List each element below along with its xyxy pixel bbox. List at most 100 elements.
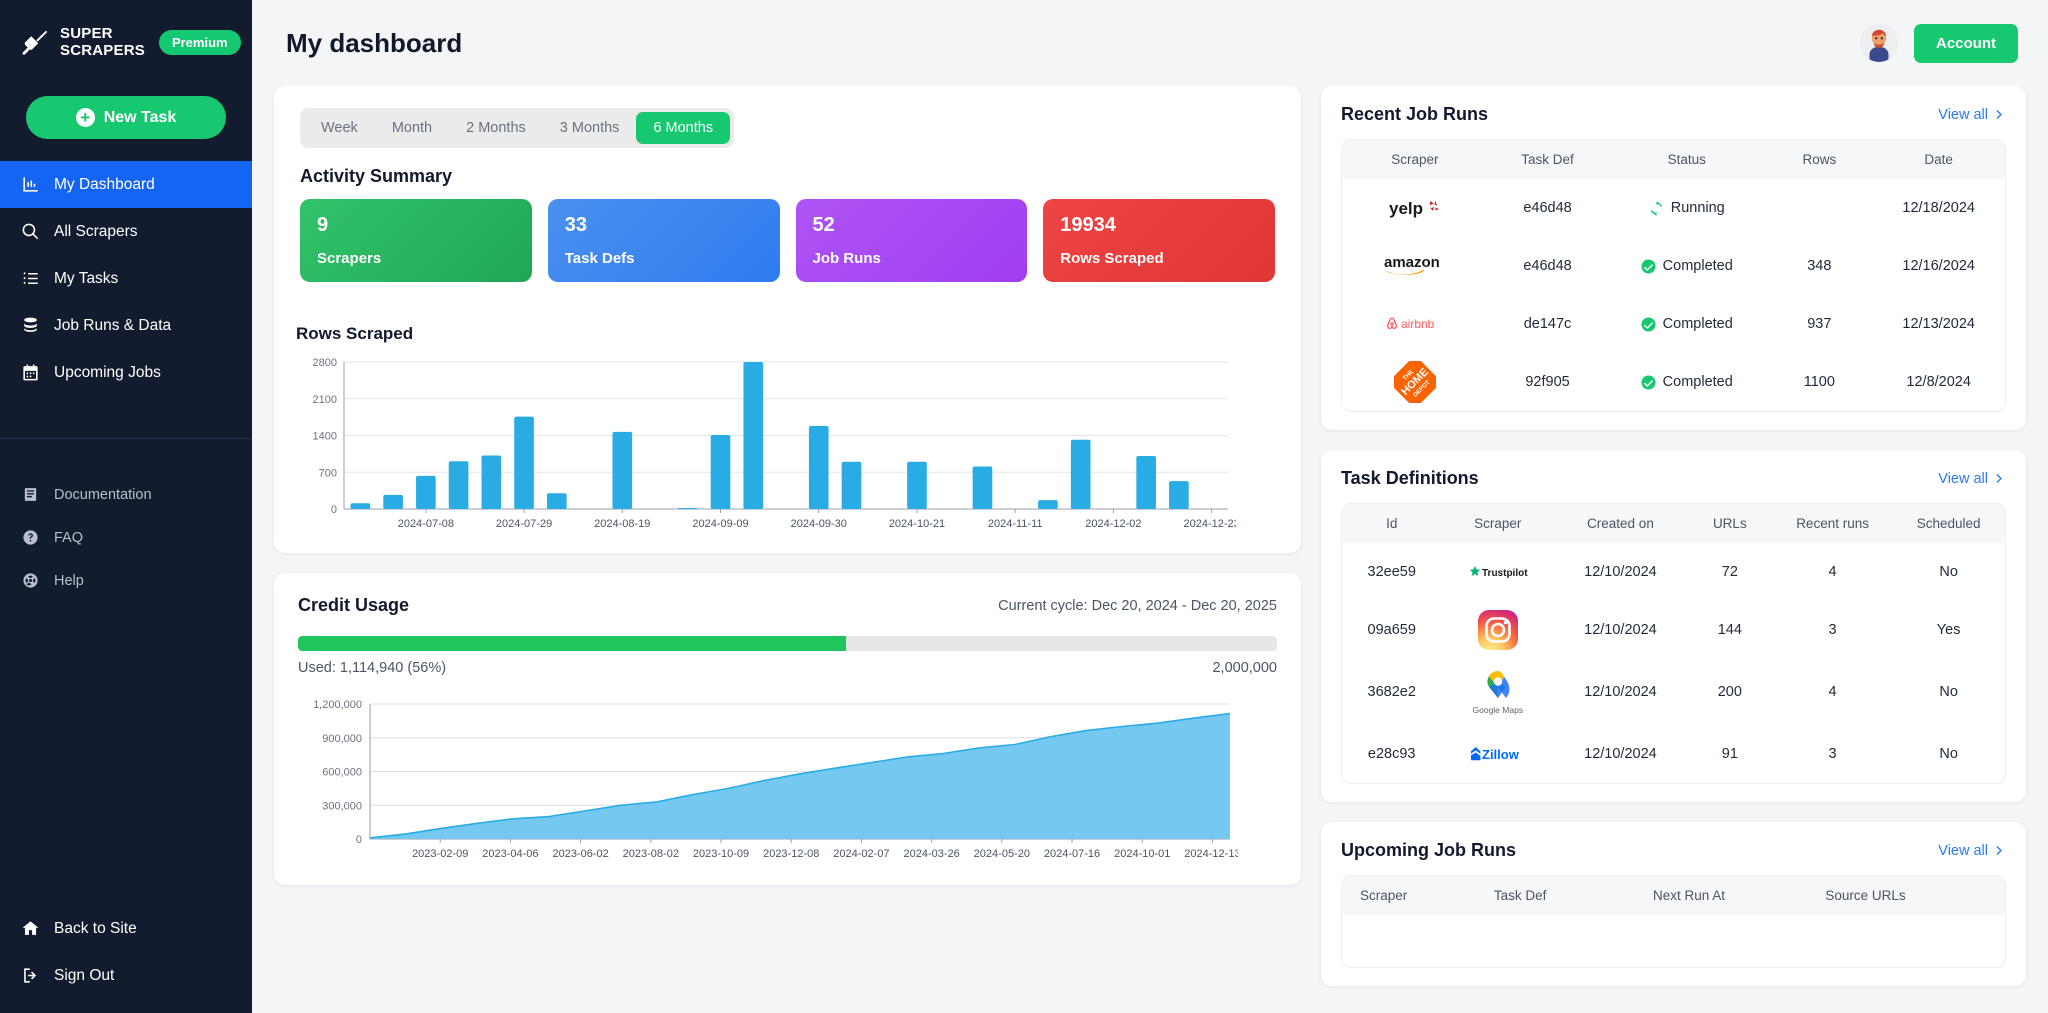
activity-summary-title: Activity Summary xyxy=(300,166,1275,187)
scraper-cell: airbnb xyxy=(1342,295,1488,353)
table-row[interactable]: yelp e46d48 xyxy=(1342,179,2005,237)
task-definitions-header: Task Definitions View all xyxy=(1341,468,2006,489)
created-on-cell: 12/10/2024 xyxy=(1554,601,1687,659)
left-column: Week Month 2 Months 3 Months 6 Months Ac… xyxy=(274,86,1301,1013)
task-definitions-view-all[interactable]: View all xyxy=(1938,471,2006,487)
tab-week[interactable]: Week xyxy=(304,112,375,144)
upcoming-job-runs-panel: Upcoming Job Runs View all Scraper xyxy=(1321,822,2026,986)
check-circle-icon xyxy=(1641,375,1656,390)
svg-text:2023-08-02: 2023-08-02 xyxy=(623,848,679,860)
stat-card-scrapers: 9 Scrapers xyxy=(300,199,532,282)
urls-cell: 91 xyxy=(1687,725,1773,783)
dashboard-content: Week Month 2 Months 3 Months 6 Months Ac… xyxy=(252,86,2048,1013)
upcoming-job-runs-header: Upcoming Job Runs View all xyxy=(1341,840,2006,861)
recent-job-runs-view-all[interactable]: View all xyxy=(1938,107,2006,123)
yelp-logo-icon: yelp xyxy=(1348,188,1482,228)
recent-runs-cell: 3 xyxy=(1773,601,1892,659)
new-task-label: New Task xyxy=(104,109,177,127)
tab-6-months[interactable]: 6 Months xyxy=(636,112,730,144)
new-task-button[interactable]: + New Task xyxy=(26,96,226,139)
sidebar-item-label: FAQ xyxy=(54,530,83,546)
rows-scraped-chart-card: Rows Scraped 07001400210028002024-07-082… xyxy=(274,304,1301,553)
sidebar-item-upcoming-jobs[interactable]: Upcoming Jobs xyxy=(0,349,252,396)
table-row[interactable]: 3682e2 xyxy=(1342,659,2005,725)
task-definitions-table-wrap: Id Scraper Created on URLs Recent runs S… xyxy=(1341,503,2006,784)
tab-month[interactable]: Month xyxy=(375,112,449,144)
upcoming-job-runs-view-all[interactable]: View all xyxy=(1938,843,2006,859)
google-maps-logo-icon: Google Maps xyxy=(1447,668,1548,716)
stat-label: Rows Scraped xyxy=(1060,250,1258,267)
svg-text:0: 0 xyxy=(356,834,362,846)
scheduled-cell: No xyxy=(1892,659,2005,725)
svg-text:amazon: amazon xyxy=(1384,254,1440,271)
chevron-right-icon xyxy=(1993,844,2006,857)
svg-text:airbnb: airbnb xyxy=(1401,317,1435,331)
credit-usage-header: Credit Usage Current cycle: Dec 20, 2024… xyxy=(298,595,1277,616)
col-task-def: Task Def xyxy=(1488,140,1607,179)
urls-cell: 144 xyxy=(1687,601,1773,659)
sidebar-item-help[interactable]: Help xyxy=(0,559,252,602)
date-cell: 12/13/2024 xyxy=(1872,295,2005,353)
table-row[interactable]: 09a659 xyxy=(1342,601,2005,659)
sidebar-item-back-to-site[interactable]: Back to Site xyxy=(0,905,252,952)
question-circle-icon xyxy=(20,529,40,546)
sidebar-item-faq[interactable]: FAQ xyxy=(0,516,252,559)
table-header-row: Scraper Task Def Next Run At Source URLs xyxy=(1342,876,2005,915)
table-row[interactable]: THE HOME DEPOT 92f905 xyxy=(1342,353,2005,411)
amazon-logo-icon: amazon xyxy=(1348,246,1482,286)
sidebar-item-documentation[interactable]: Documentation xyxy=(0,473,252,516)
task-definitions-title: Task Definitions xyxy=(1341,468,1479,489)
status-label: Completed xyxy=(1663,374,1733,390)
svg-text:2024-12-02: 2024-12-02 xyxy=(1085,518,1141,530)
table-header: Id Scraper Created on URLs Recent runs S… xyxy=(1342,504,2005,543)
sidebar-item-label: Help xyxy=(54,573,84,589)
rows-scraped-bar-chart: 07001400210028002024-07-082024-07-292024… xyxy=(296,354,1236,539)
col-scraper: Scraper xyxy=(1342,140,1488,179)
tab-2-months[interactable]: 2 Months xyxy=(449,112,543,144)
chevron-right-icon xyxy=(1993,108,2006,121)
sidebar-item-my-tasks[interactable]: My Tasks xyxy=(0,255,252,302)
brand: SUPER SCRAPERS Premium xyxy=(0,0,252,86)
sidebar-item-label: Job Runs & Data xyxy=(54,317,171,335)
sidebar-item-sign-out[interactable]: Sign Out xyxy=(0,952,252,999)
scraper-cell: Trustpilot xyxy=(1441,543,1554,601)
stat-cards: 9 Scrapers 33 Task Defs 52 Job Runs 19 xyxy=(274,199,1301,304)
created-on-cell: 12/10/2024 xyxy=(1554,543,1687,601)
table-row[interactable]: amazon e46d48 xyxy=(1342,237,2005,295)
credit-usage-area-chart: 0300,000600,000900,0001,200,0002023-02-0… xyxy=(298,694,1238,869)
table-row[interactable]: airbnb de147c Completed xyxy=(1342,295,2005,353)
recent-job-runs-header: Recent Job Runs View all xyxy=(1341,104,2006,125)
new-task-wrapper: + New Task xyxy=(0,86,252,161)
col-id: Id xyxy=(1342,504,1441,543)
avatar[interactable] xyxy=(1860,24,1898,62)
view-all-label: View all xyxy=(1938,107,1988,123)
zillow-logo-icon: Zillow xyxy=(1447,734,1548,774)
col-created-on: Created on xyxy=(1554,504,1687,543)
tab-3-months[interactable]: 3 Months xyxy=(543,112,637,144)
svg-text:2800: 2800 xyxy=(313,357,337,369)
sidebar-item-my-dashboard[interactable]: My Dashboard xyxy=(0,161,252,208)
svg-text:700: 700 xyxy=(319,467,337,479)
task-definitions-panel: Task Definitions View all Id Sc xyxy=(1321,450,2026,802)
scraper-cell xyxy=(1441,601,1554,659)
table-row[interactable]: 32ee59 Trustpilot 12/10/2024 72 4 xyxy=(1342,543,2005,601)
scraper-cell: Zillow xyxy=(1441,725,1554,783)
sidebar-item-all-scrapers[interactable]: All Scrapers xyxy=(0,208,252,255)
book-icon xyxy=(20,486,40,503)
stat-card-job-runs: 52 Job Runs xyxy=(796,199,1028,282)
table-row[interactable]: e28c93 Zillow 12/10/2024 91 3 xyxy=(1342,725,2005,783)
sidebar-item-job-runs-and-data[interactable]: Job Runs & Data xyxy=(0,302,252,349)
status-cell: Completed xyxy=(1607,237,1766,295)
scraper-cell: yelp xyxy=(1342,179,1488,237)
help-circle-icon xyxy=(20,572,40,589)
rows-cell: 937 xyxy=(1766,295,1872,353)
col-urls: URLs xyxy=(1687,504,1773,543)
svg-text:Trustpilot: Trustpilot xyxy=(1482,568,1528,579)
id-cell: 32ee59 xyxy=(1342,543,1441,601)
task-def-cell: e46d48 xyxy=(1488,179,1607,237)
sidebar-item-label: My Dashboard xyxy=(54,176,155,194)
time-range-tabs: Week Month 2 Months 3 Months 6 Months xyxy=(300,108,734,148)
svg-text:2024-07-16: 2024-07-16 xyxy=(1044,848,1100,860)
account-button[interactable]: Account xyxy=(1914,24,2018,63)
svg-text:300,000: 300,000 xyxy=(322,800,362,812)
